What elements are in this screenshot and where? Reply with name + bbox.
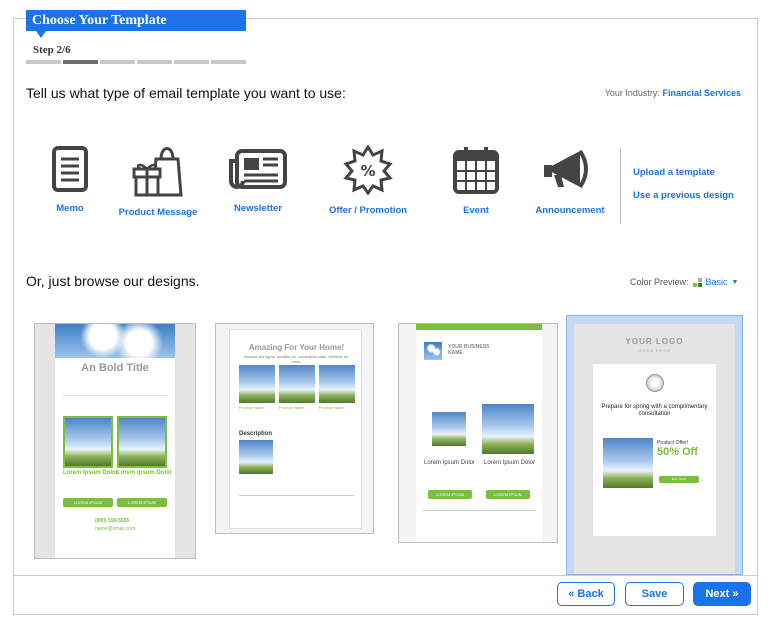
color-preview-value: Basic <box>705 277 728 287</box>
email-body: Prepare for spring with a complimentary … <box>593 364 716 536</box>
progress-segment-3 <box>100 60 135 64</box>
color-preview-selector[interactable]: Color Preview: Basic ▼ <box>630 277 738 287</box>
business-name-2: NAME <box>448 350 463 356</box>
back-button[interactable]: « Back <box>557 582 615 606</box>
type-label-product-message: Product Message <box>118 207 198 218</box>
lorem-button: LOREM IPSUM <box>428 490 472 499</box>
seal-icon <box>646 374 664 392</box>
type-label-offer-promotion: Offer / Promotion <box>328 205 408 216</box>
footer-divider <box>13 575 758 576</box>
product-caption: Product Name <box>239 405 265 410</box>
logo-image <box>424 342 442 360</box>
lorem-button: LOREM IPSUM <box>486 490 530 499</box>
template-type-heading: Tell us what type of email template you … <box>26 85 346 101</box>
industry-label: Your Industry: <box>604 88 660 98</box>
type-option-memo[interactable]: Memo <box>20 145 120 214</box>
product-caption: Lorem Ipsum Dolor <box>117 470 173 476</box>
product-caption: Lorem Ipsum Dolor <box>484 460 536 466</box>
offer-discount: 50% Off <box>657 446 698 458</box>
step-indicator: Step 2/6 <box>33 44 71 56</box>
industry-info: Your Industry: Financial Services <box>605 88 741 98</box>
offer-headline: Prepare for spring with a complimentary … <box>601 404 708 418</box>
save-button[interactable]: Save <box>625 582 684 606</box>
upload-template-link[interactable]: Upload a template <box>633 167 715 178</box>
memo-icon <box>52 146 88 192</box>
type-label-event: Event <box>463 205 489 216</box>
logo-sub: GOES HERE <box>638 348 671 353</box>
percent-badge-icon: % <box>343 145 393 195</box>
next-button[interactable]: Next » <box>693 582 751 606</box>
design-preview: YOUR BUSINESS NAME Lorem Ipsum Dolor Lor… <box>416 324 542 542</box>
logo-placeholder: YOUR LOGO <box>625 337 684 346</box>
phone-number: (800) 555-5555 <box>95 518 130 524</box>
design-subtitle: Aenean leo ligula, porttitor eu, consequ… <box>244 354 349 364</box>
design-card-2[interactable]: Amazing For Your Home! Aenean leo ligula… <box>215 323 374 534</box>
progress-segment-4 <box>137 60 172 64</box>
previous-design-link[interactable]: Use a previous design <box>633 190 734 201</box>
buy-now-button: BUY NOW <box>659 476 699 483</box>
product-caption: Lorem Ipsum Dolor <box>424 460 476 466</box>
accent-bar <box>416 324 542 330</box>
description-image <box>239 440 273 474</box>
type-label-newsletter: Newsletter <box>233 203 283 214</box>
lorem-button: LOREM IPSUM <box>117 498 167 507</box>
design-preview: An Bold Title Lorem Ipsum Dolor Lorem Ip… <box>55 324 175 558</box>
progress-segment-1 <box>26 60 61 64</box>
vertical-divider <box>620 148 621 224</box>
body-text <box>63 396 167 412</box>
type-option-offer-promotion[interactable]: % Offer / Promotion <box>318 145 418 216</box>
type-option-newsletter[interactable]: Newsletter <box>208 145 308 214</box>
divider <box>239 495 354 496</box>
header-image <box>55 324 175 358</box>
divider <box>422 510 536 511</box>
calendar-icon <box>453 147 499 194</box>
product-image <box>603 438 653 488</box>
type-option-announcement[interactable]: Announcement <box>520 145 620 216</box>
design-title: Amazing For Your Home! <box>248 343 345 352</box>
chevron-down-icon: ▼ <box>731 278 739 286</box>
browse-designs-heading: Or, just browse our designs. <box>26 273 200 289</box>
email-address: name@email.com <box>95 526 136 532</box>
product-image <box>117 416 167 468</box>
design-card-4-selected[interactable]: YOUR LOGO GOES HERE Prepare for spring w… <box>566 315 743 575</box>
type-label-memo: Memo <box>56 203 84 214</box>
description-heading: Description <box>239 431 273 437</box>
progress-segment-2 <box>63 60 98 64</box>
body-text <box>63 380 167 396</box>
design-card-3[interactable]: YOUR BUSINESS NAME Lorem Ipsum Dolor Lor… <box>398 323 558 543</box>
design-card-1[interactable]: An Bold Title Lorem Ipsum Dolor Lorem Ip… <box>34 323 196 559</box>
product-image <box>239 365 275 403</box>
type-option-product-message[interactable]: Product Message <box>108 145 208 218</box>
product-caption: Lorem Ipsum Dolor <box>63 470 119 476</box>
lorem-button: LOREM IPSUM <box>63 498 113 507</box>
industry-link[interactable]: Financial Services <box>662 88 741 98</box>
type-label-announcement: Announcement <box>535 205 605 216</box>
design-title: An Bold Title <box>81 362 149 374</box>
product-image <box>432 412 466 446</box>
product-caption: Product Name <box>319 405 345 410</box>
template-type-list: Memo Product Message Newsletter % Offer … <box>30 145 620 235</box>
svg-text:%: % <box>360 162 375 180</box>
product-image <box>63 416 113 468</box>
banner-notch <box>36 31 46 38</box>
product-image <box>279 365 315 403</box>
color-preview-label: Color Preview: <box>630 277 689 287</box>
design-preview: YOUR LOGO GOES HERE Prepare for spring w… <box>574 324 735 574</box>
progress-segment-5 <box>174 60 209 64</box>
product-image <box>319 365 355 403</box>
progress-segment-6 <box>211 60 246 64</box>
design-preview: Amazing For Your Home! Aenean leo ligula… <box>229 329 362 529</box>
product-image <box>482 404 534 454</box>
step-progress-bar <box>26 60 246 64</box>
newspaper-icon <box>229 149 287 189</box>
type-option-event[interactable]: Event <box>426 145 526 216</box>
color-swatch-icon <box>692 277 702 287</box>
megaphone-icon <box>544 149 588 189</box>
gift-bag-icon <box>132 147 183 197</box>
product-caption: Product Name <box>279 405 305 410</box>
wizard-title: Choose Your Template <box>26 10 246 31</box>
